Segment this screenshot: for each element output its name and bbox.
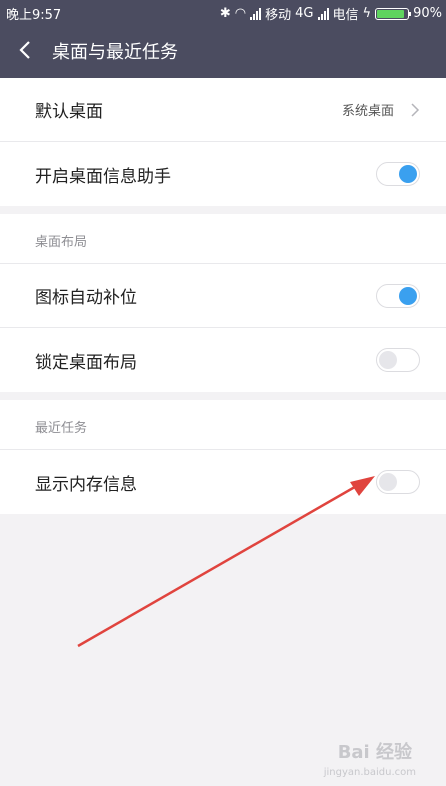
layout-section-title: 桌面布局: [35, 235, 88, 250]
recent-section: 最近任务 显示内存信息: [0, 400, 446, 514]
show-memory-row: 显示内存信息: [0, 450, 446, 514]
general-section: 默认桌面 系统桌面 开启桌面信息助手: [0, 78, 446, 206]
lock-layout-row: 锁定桌面布局: [0, 328, 446, 392]
status-icons: ✱ ◠ 移动 4G 电信 ϟ 90%: [220, 4, 442, 23]
chevron-right-icon: [411, 102, 420, 117]
section-gap: [0, 392, 446, 400]
battery-percent: 90%: [413, 6, 442, 21]
lock-layout-toggle[interactable]: [376, 348, 420, 372]
toggle-knob: [379, 351, 397, 369]
section-gap: [0, 206, 446, 214]
layout-section-header: 桌面布局: [0, 214, 446, 264]
battery-fill: [377, 9, 405, 18]
icon-autofill-toggle[interactable]: [376, 283, 420, 308]
page-title: 桌面与最近任务: [52, 42, 178, 63]
back-arrow-icon[interactable]: [14, 38, 38, 62]
icon-autofill-row: 图标自动补位: [0, 264, 446, 328]
status-bar: 晚上9:57 ✱ ◠ 移动 4G 电信 ϟ 90%: [0, 0, 446, 24]
toggle-knob: [399, 165, 417, 183]
signal-icon: [250, 7, 262, 20]
show-memory-label: 显示内存信息: [35, 474, 137, 495]
default-desktop-value: 系统桌面: [341, 104, 394, 119]
recent-section-title: 最近任务: [35, 421, 88, 436]
default-desktop-row[interactable]: 默认桌面 系统桌面: [0, 78, 446, 142]
default-desktop-label: 默认桌面: [35, 102, 103, 122]
carrier1-label: 移动: [265, 8, 292, 23]
icon-autofill-label: 图标自动补位: [35, 288, 137, 308]
desktop-assistant-toggle[interactable]: [376, 162, 420, 186]
settings-list: 默认桌面 系统桌面 开启桌面信息助手 桌面布局 图标自动补位 锁定桌面布局 最近…: [0, 78, 446, 514]
recent-section-header: 最近任务: [0, 400, 446, 450]
network-label: 4G: [295, 6, 314, 21]
battery-icon: [375, 7, 412, 20]
desktop-assistant-row: 开启桌面信息助手: [0, 142, 446, 206]
app-header: 桌面与最近任务: [0, 24, 446, 78]
watermark: Bai 经验: [337, 742, 412, 763]
show-memory-toggle[interactable]: [376, 470, 420, 494]
watermark-url: jingyan.baidu.com: [323, 767, 416, 778]
carrier2-label: 电信: [332, 8, 359, 23]
wifi-icon: ◠: [234, 6, 247, 21]
desktop-assistant-label: 开启桌面信息助手: [35, 166, 171, 187]
toggle-knob: [379, 473, 397, 491]
status-time: 晚上9:57: [6, 8, 62, 23]
lock-layout-label: 锁定桌面布局: [35, 352, 137, 373]
toggle-knob: [399, 286, 417, 305]
bluetooth-icon: ✱: [219, 6, 231, 21]
signal-icon: [317, 7, 329, 20]
charging-icon: ϟ: [362, 6, 372, 21]
layout-section: 桌面布局 图标自动补位 锁定桌面布局: [0, 214, 446, 392]
